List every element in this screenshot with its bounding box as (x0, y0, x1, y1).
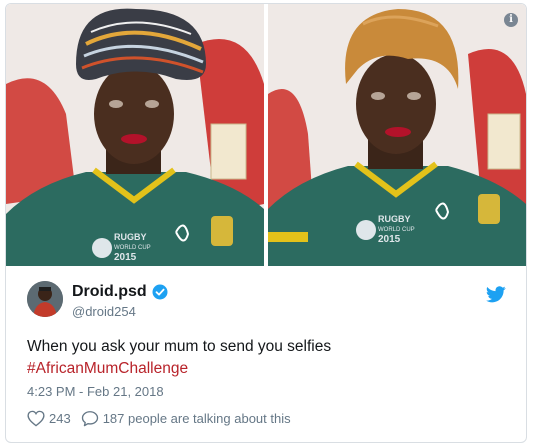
photo-left[interactable]: RUGBY WORLD CUP 2015 (6, 4, 264, 266)
jersey-worldcup-text-left: WORLD CUP (114, 245, 151, 251)
jersey-rugby-text-right: RUGBY (378, 214, 411, 224)
like-action[interactable]: 243 (27, 410, 71, 427)
display-name-row[interactable]: Droid.psd (72, 283, 168, 301)
hashtag-link[interactable]: #AfricanMumChallenge (27, 358, 331, 380)
info-icon[interactable]: i (504, 13, 518, 27)
verified-badge-icon (152, 284, 168, 300)
tweet-body: Droid.psd @droid254 When you ask your mu… (6, 266, 526, 442)
tweet-actions: 243 187 people are talking about this (27, 410, 301, 427)
jersey-rugby-text-left: RUGBY (114, 232, 147, 242)
user-handle[interactable]: @droid254 (72, 304, 136, 319)
photo-left-image: RUGBY WORLD CUP 2015 (6, 4, 264, 266)
jersey-year-text-right: 2015 (378, 234, 401, 245)
display-name[interactable]: Droid.psd (72, 283, 147, 301)
speech-bubble-icon[interactable] (81, 410, 99, 427)
heart-icon[interactable] (27, 410, 45, 427)
tweet-timestamp[interactable]: 4:23 PM - Feb 21, 2018 (27, 384, 164, 399)
jersey-worldcup-text-right: WORLD CUP (378, 227, 415, 233)
avatar[interactable] (27, 281, 63, 317)
like-count: 243 (49, 411, 71, 426)
tweet-text: When you ask your mum to send you selfie… (27, 336, 331, 380)
replies-text[interactable]: 187 people are talking about this (103, 411, 291, 426)
reply-action[interactable]: 187 people are talking about this (81, 410, 291, 427)
tweet-media[interactable]: RUGBY WORLD CUP 2015 RUGBY WORLD CUP 201… (6, 4, 526, 266)
photo-right[interactable]: RUGBY WORLD CUP 2015 i (268, 4, 526, 266)
jersey-year-text-left: 2015 (114, 252, 137, 263)
photo-right-image: RUGBY WORLD CUP 2015 (268, 4, 526, 266)
twitter-bird-icon[interactable] (486, 286, 506, 303)
tweet-text-body: When you ask your mum to send you selfie… (27, 338, 332, 355)
tweet-card[interactable]: RUGBY WORLD CUP 2015 RUGBY WORLD CUP 201… (5, 3, 527, 443)
